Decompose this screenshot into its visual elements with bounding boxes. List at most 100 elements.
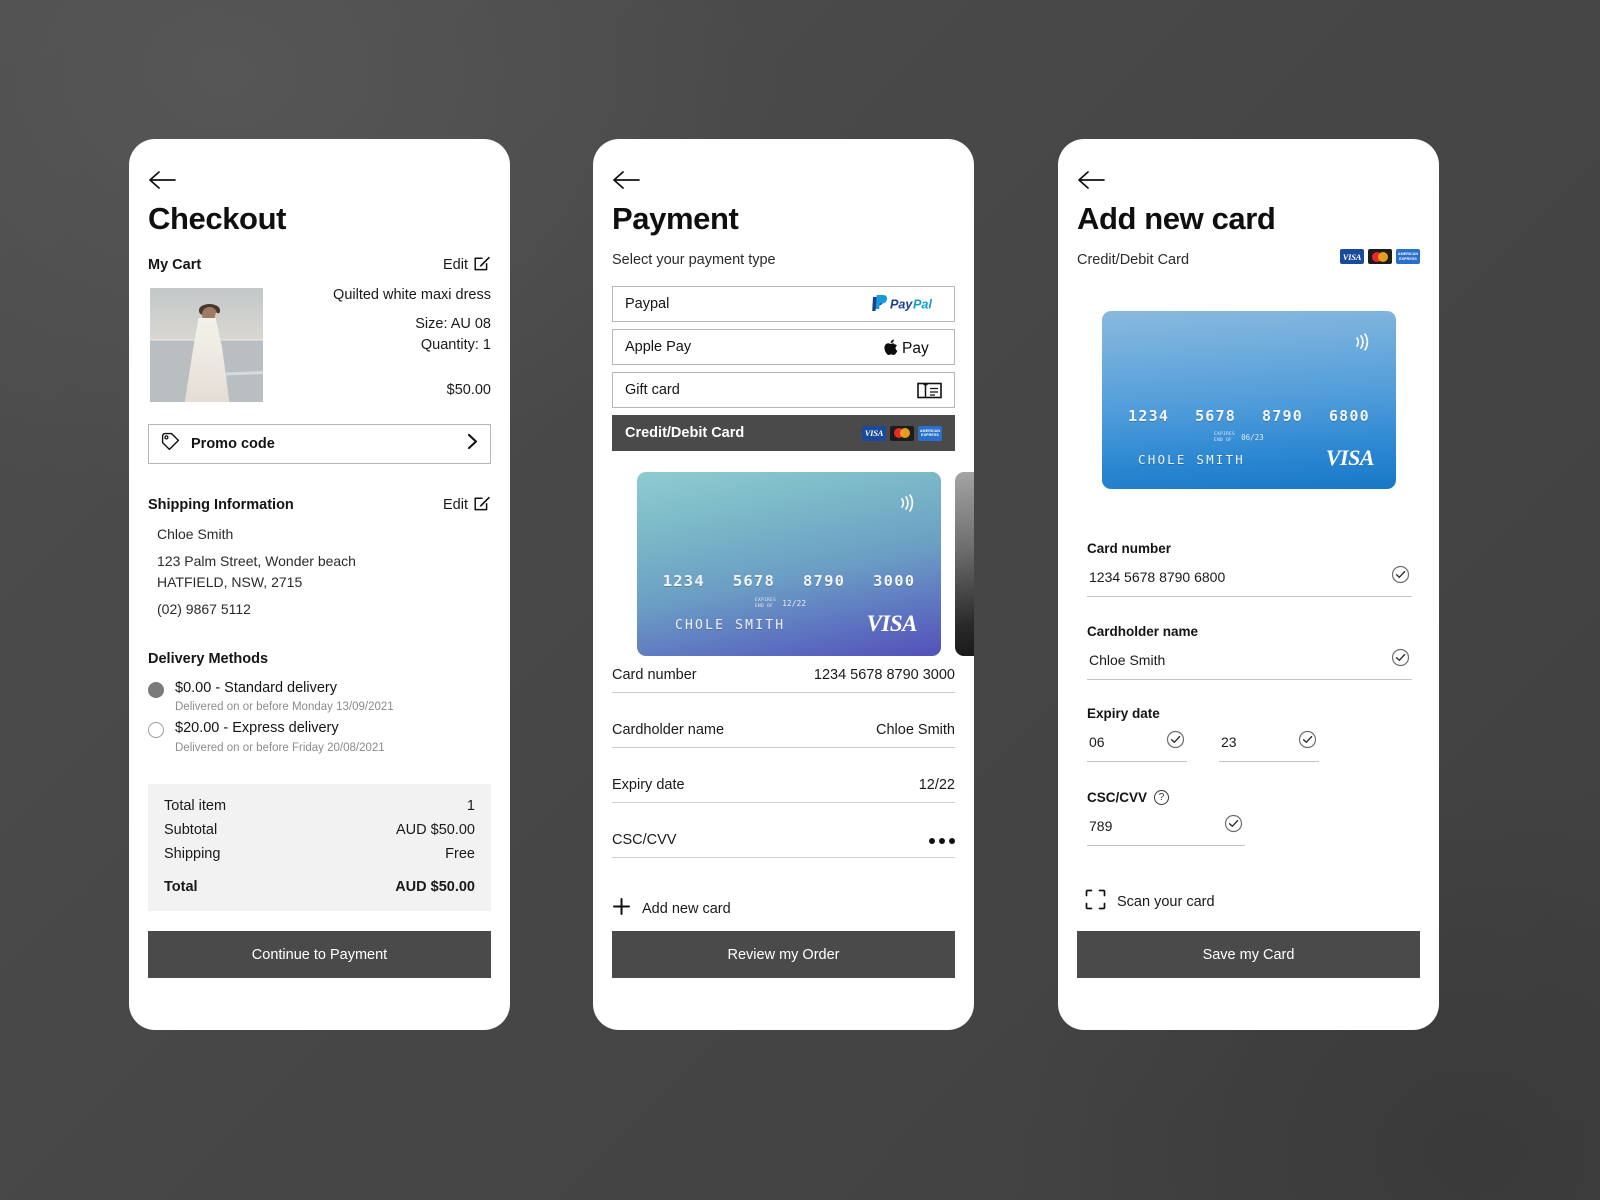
back-arrow-icon[interactable]: [1077, 169, 1107, 191]
cvv-input-row[interactable]: 789: [1087, 805, 1245, 846]
edit-shipping-label: Edit: [443, 497, 468, 513]
check-circle-icon: [1224, 814, 1243, 838]
grand-total-row: Total AUD $50.00: [164, 879, 475, 895]
question-mark-icon[interactable]: ?: [1154, 790, 1170, 805]
back-arrow-icon[interactable]: [612, 169, 642, 191]
visa-logo: VISA: [862, 425, 886, 441]
payment-option-paypal[interactable]: Paypal Pay Pal: [612, 286, 955, 322]
field-card-number: Card number 1234 5678 8790 6800: [1087, 541, 1412, 597]
svg-text:Pal: Pal: [913, 297, 932, 311]
payment-option-gift-card[interactable]: Gift card: [612, 372, 955, 408]
gift-card-label: Gift card: [625, 382, 680, 398]
card-digit-group: 6800: [1328, 407, 1370, 425]
shipping-details: Chloe Smith 123 Palm Street, Wonder beac…: [148, 524, 491, 619]
saved-card-visa[interactable]: 1234 5678 8790 3000 EXPIRES END OF 12/22…: [637, 472, 941, 656]
promo-code-label: Promo code: [191, 436, 275, 452]
payment-option-apple-pay[interactable]: Apple Pay Pay: [612, 329, 955, 365]
cart-item-info: Quilted white maxi dress Size: AU 08 Qua…: [281, 286, 491, 356]
next-card-preview[interactable]: [955, 472, 974, 656]
review-my-order-button[interactable]: Review my Order: [612, 931, 955, 978]
checkout-screen: Checkout My Cart Edit Quilted white maxi…: [129, 139, 510, 1030]
apple-pay-logo: Pay: [884, 338, 942, 357]
card-digit-group: 5678: [1195, 407, 1236, 425]
continue-to-payment-button[interactable]: Continue to Payment: [148, 931, 491, 978]
product-price: $50.00: [446, 382, 491, 398]
app-background: Checkout My Cart Edit Quilted white maxi…: [0, 0, 1600, 1200]
credit-card-label: Credit/Debit Card: [625, 425, 745, 441]
radio-standard-delivery[interactable]: [148, 682, 164, 698]
paypal-logo: Pay Pal: [870, 295, 942, 313]
shipping-name: Chloe Smith: [157, 526, 234, 542]
paypal-label: Paypal: [625, 296, 670, 312]
expiry-year-input[interactable]: 23: [1221, 734, 1237, 750]
total-item-label: Total item: [164, 798, 227, 814]
card-expiry-value: 06/23: [1241, 433, 1264, 443]
cart-header: My Cart Edit: [148, 254, 491, 276]
detail-row-expiry[interactable]: Expiry date 12/22: [612, 777, 955, 803]
add-card-screen: Add new card Credit/Debit Card VISA AMER…: [1058, 139, 1439, 1030]
detail-row-cvv[interactable]: CSC/CVV: [612, 832, 955, 858]
edit-pencil-icon: [474, 254, 491, 276]
card-digit-group: 1234: [1128, 407, 1170, 425]
back-arrow-icon[interactable]: [148, 169, 178, 191]
edit-cart-label: Edit: [443, 257, 468, 273]
card-digit-group: 5678: [732, 572, 775, 590]
edit-shipping-button[interactable]: Edit: [443, 494, 491, 516]
card-number-input-row[interactable]: 1234 5678 8790 6800: [1087, 556, 1412, 597]
expiry-year-row[interactable]: 23: [1219, 721, 1319, 762]
save-my-card-button[interactable]: Save my Card: [1077, 931, 1420, 978]
card-expiry-block: EXPIRES END OF 06/23: [1214, 432, 1264, 443]
card-holder-name: CHOLE SMITH: [675, 618, 786, 633]
cart-item: Quilted white maxi dress Size: AU 08 Qua…: [148, 286, 491, 408]
field-expiry-date: Expiry date 06 23: [1087, 706, 1412, 762]
detail-row-cardholder[interactable]: Cardholder name Chloe Smith: [612, 722, 955, 748]
delivery-option-standard[interactable]: $0.00 - Standard delivery Delivered on o…: [148, 679, 491, 713]
card-number-label: Card number: [1087, 541, 1172, 556]
delivery-express-eta: Delivered on or before Friday 20/08/2021: [175, 741, 385, 754]
cardholder-input-row[interactable]: Chloe Smith: [1087, 639, 1412, 680]
cvv-masked-value: [929, 838, 955, 848]
cvv-input[interactable]: 789: [1089, 818, 1112, 834]
radio-express-delivery[interactable]: [148, 722, 164, 739]
scan-frame-icon: [1085, 889, 1106, 915]
visa-logo: VISA: [1325, 445, 1375, 470]
field-cvv: CSC/CVV ? 789: [1087, 790, 1245, 846]
promo-code-button[interactable]: Promo code: [148, 424, 491, 464]
add-new-card-button[interactable]: Add new card: [612, 897, 731, 920]
card-number-embossed: 1234 5678 8790 3000: [637, 572, 941, 590]
payment-option-credit-debit-card[interactable]: Credit/Debit Card VISA AMERICAN EXPRESS: [612, 415, 955, 451]
card-holder-name: CHOLE SMITH: [1138, 452, 1245, 467]
product-quantity: Quantity: 1: [420, 337, 491, 354]
expiry-month-input[interactable]: 06: [1089, 734, 1105, 750]
expires-line2: END OF: [1214, 437, 1233, 443]
product-size: Size: AU 08: [415, 316, 491, 333]
expiry-inputs: 06 23: [1087, 721, 1412, 762]
detail-row-card-number[interactable]: Card number 1234 5678 8790 3000: [612, 667, 955, 693]
order-totals: Total item 1 Subtotal AUD $50.00 Shippin…: [148, 784, 491, 911]
cardholder-label: Cardholder name: [612, 722, 725, 738]
add-new-card-label: Add new card: [642, 900, 731, 917]
add-card-subtitle: Credit/Debit Card: [1077, 252, 1190, 268]
apple-pay-label: Apple Pay: [625, 339, 692, 355]
delivery-option-express[interactable]: $20.00 - Express delivery Delivered on o…: [148, 719, 491, 754]
accepted-card-logos: VISA AMERICAN EXPRESS: [1340, 249, 1420, 264]
scan-card-button[interactable]: Scan your card: [1085, 889, 1215, 915]
cart-heading: My Cart: [148, 257, 202, 273]
shipping-address-line2: HATFIELD, NSW, 2715: [157, 573, 303, 590]
totals-row: Subtotal AUD $50.00: [164, 822, 475, 838]
expiry-month-row[interactable]: 06: [1087, 721, 1187, 762]
card-number-input[interactable]: 1234 5678 8790 6800: [1089, 569, 1225, 585]
phone-screen-payment: Payment Select your payment type Paypal …: [593, 139, 974, 1030]
cardholder-input[interactable]: Chloe Smith: [1089, 652, 1165, 668]
page-title: Checkout: [148, 201, 287, 236]
totals-row: Total item 1: [164, 798, 475, 814]
check-circle-icon: [1166, 730, 1185, 754]
product-title: Quilted white maxi dress: [333, 287, 491, 303]
delivery-express-label: $20.00 - Express delivery: [175, 720, 339, 737]
grand-total-value: AUD $50.00: [395, 879, 475, 895]
card-digit-group: 8790: [1262, 407, 1303, 425]
edit-cart-button[interactable]: Edit: [443, 254, 491, 276]
shipping-cost-label: Shipping: [164, 846, 221, 862]
cvv-header: CSC/CVV ?: [1087, 790, 1245, 805]
card-number-label: Card number: [612, 667, 697, 683]
